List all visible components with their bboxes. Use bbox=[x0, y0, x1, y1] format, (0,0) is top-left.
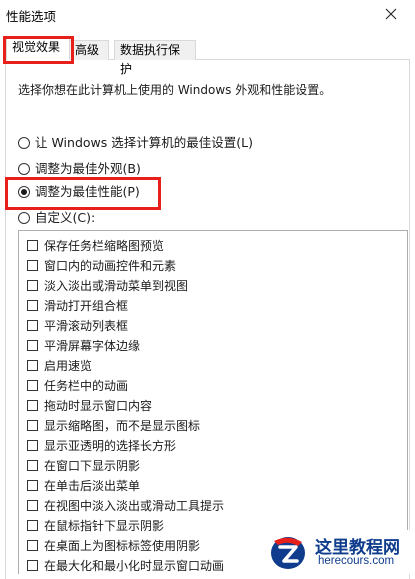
radio-button[interactable] bbox=[18, 163, 30, 175]
radio-label: 让 Windows 选择计算机的最佳设置(L) bbox=[35, 135, 253, 150]
checkbox[interactable] bbox=[27, 460, 38, 471]
checkbox[interactable] bbox=[27, 480, 38, 491]
site-logo-icon bbox=[271, 537, 305, 569]
radio-label: 调整为最佳外观(B) bbox=[35, 161, 141, 176]
checkbox[interactable] bbox=[27, 500, 38, 511]
radio-label: 自定义(C): bbox=[35, 210, 96, 225]
tab-data-execution-prevention[interactable]: 数据执行保护 bbox=[114, 40, 196, 76]
site-watermark: 这里教程网 herecours.com bbox=[268, 530, 415, 574]
radio-button-checked[interactable] bbox=[18, 186, 30, 198]
checkbox[interactable] bbox=[27, 360, 38, 371]
checkbox[interactable] bbox=[27, 400, 38, 411]
checkbox[interactable] bbox=[27, 300, 38, 311]
window-title: 性能选项 bbox=[6, 9, 57, 24]
tab-advanced[interactable]: 高级 bbox=[69, 40, 109, 60]
description-text: 选择你想在此计算机上使用的 Windows 外观和性能设置。 bbox=[18, 83, 332, 97]
visual-effects-list[interactable]: 保存任务栏缩略图预览 窗口内的动画控件和元素 淡入淡出或滑动菜单到视图 滑动打开… bbox=[18, 230, 408, 574]
checkbox[interactable] bbox=[27, 560, 38, 571]
tab-strip: 视觉效果 高级 数据执行保护 bbox=[0, 36, 415, 76]
radio-button[interactable] bbox=[18, 137, 30, 149]
checkbox[interactable] bbox=[27, 260, 38, 271]
checkbox[interactable] bbox=[27, 240, 38, 251]
radio-button[interactable] bbox=[18, 212, 30, 224]
checkbox[interactable] bbox=[27, 540, 38, 551]
checkbox[interactable] bbox=[27, 340, 38, 351]
checkbox[interactable] bbox=[27, 520, 38, 531]
checkbox[interactable] bbox=[27, 380, 38, 391]
site-url: herecours.com bbox=[318, 555, 395, 567]
checkbox[interactable] bbox=[27, 280, 38, 291]
radio-label: 调整为最佳性能(P) bbox=[35, 184, 140, 199]
checkbox[interactable] bbox=[27, 420, 38, 431]
title-bar: 性能选项 bbox=[0, 0, 415, 32]
close-icon bbox=[385, 8, 397, 20]
close-button[interactable] bbox=[376, 2, 406, 26]
checkbox[interactable] bbox=[27, 320, 38, 331]
tab-visual-effects[interactable]: 视觉效果 bbox=[6, 37, 70, 60]
checkbox[interactable] bbox=[27, 440, 38, 451]
